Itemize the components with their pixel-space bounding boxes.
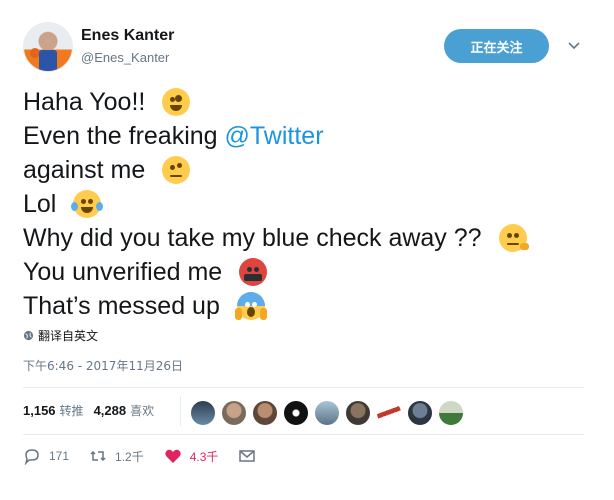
liker-avatar[interactable] [376,400,402,426]
tweet-line: against me [23,153,527,187]
tweet-line: Haha Yoo!! [23,85,527,119]
likes-stat[interactable]: 4,288 喜欢 [94,402,155,419]
cursing-face-emoji [239,258,268,286]
tweet-line-text: That’s messed up [23,292,227,320]
like-count: 4.3千 [189,449,219,464]
tweet-line-text: against me [23,156,153,184]
chevron-down-icon[interactable] [567,40,581,52]
user-handle[interactable]: @Enes_Kanter [81,50,169,65]
stats-divider [180,396,181,426]
tweet-line-text: Haha Yoo!! [23,88,153,116]
jersey-graphic [39,50,57,71]
avatar[interactable] [23,22,73,72]
like-button[interactable]: 4.3千 [164,447,219,465]
divider [23,387,584,388]
heart-icon [165,449,181,463]
tweet-line: Even the freaking @Twitter [23,119,527,153]
likes-count: 4,288 [93,403,127,418]
user-name[interactable]: Enes Kanter [81,27,174,45]
tears-of-joy-emoji [71,190,104,218]
reply-button[interactable]: 171 [23,447,69,465]
tweet-line-text: Lol [23,190,64,218]
retweet-count: 1.2千 [115,449,144,464]
tweet-timestamp[interactable]: 下午6:46 - 2017年11月26日 [23,357,183,374]
following-button[interactable]: 正在关注 [444,29,549,63]
liker-avatar[interactable] [314,400,340,426]
retweet-icon [90,450,106,462]
liker-avatar[interactable] [252,400,278,426]
direct-message-button[interactable] [238,447,264,465]
liker-avatar[interactable] [190,400,216,426]
zany-face-emoji [162,88,191,116]
liker-avatar[interactable] [283,400,309,426]
likes-label: 喜欢 [130,404,155,418]
tweet-card: Enes Kanter @Enes_Kanter 正在关注 Haha Yoo!!… [0,0,614,500]
liker-avatar[interactable] [438,400,464,426]
retweets-stat[interactable]: 1,156 转推 [23,402,84,419]
liker-avatar[interactable] [407,400,433,426]
envelope-icon [239,450,256,462]
thinking-face-emoji [498,224,529,252]
reply-count: 171 [49,449,70,463]
retweet-button[interactable]: 1.2千 [89,447,144,465]
screaming-face-emoji [234,292,267,320]
liker-avatar[interactable] [345,400,371,426]
tweet-stats: 1,156 转推 4,288 喜欢 [23,402,164,419]
retweets-count: 1,156 [23,403,56,418]
tweet-line: Lol [23,187,527,221]
mention-link[interactable]: @Twitter [225,119,324,153]
liker-avatars [190,400,469,426]
divider [23,434,584,435]
tweet-text: Haha Yoo!! Even the freaking @Twitter ag… [23,85,529,323]
translate-label: 翻译自英文 [38,329,99,343]
tweet-actions: 171 1.2千 4.3千 [23,447,284,465]
liker-avatar[interactable] [221,400,247,426]
reply-icon [24,449,39,465]
translate-link[interactable]: 翻译自英文 [23,327,98,344]
retweets-label: 转推 [59,404,84,418]
globe-icon [23,330,34,341]
